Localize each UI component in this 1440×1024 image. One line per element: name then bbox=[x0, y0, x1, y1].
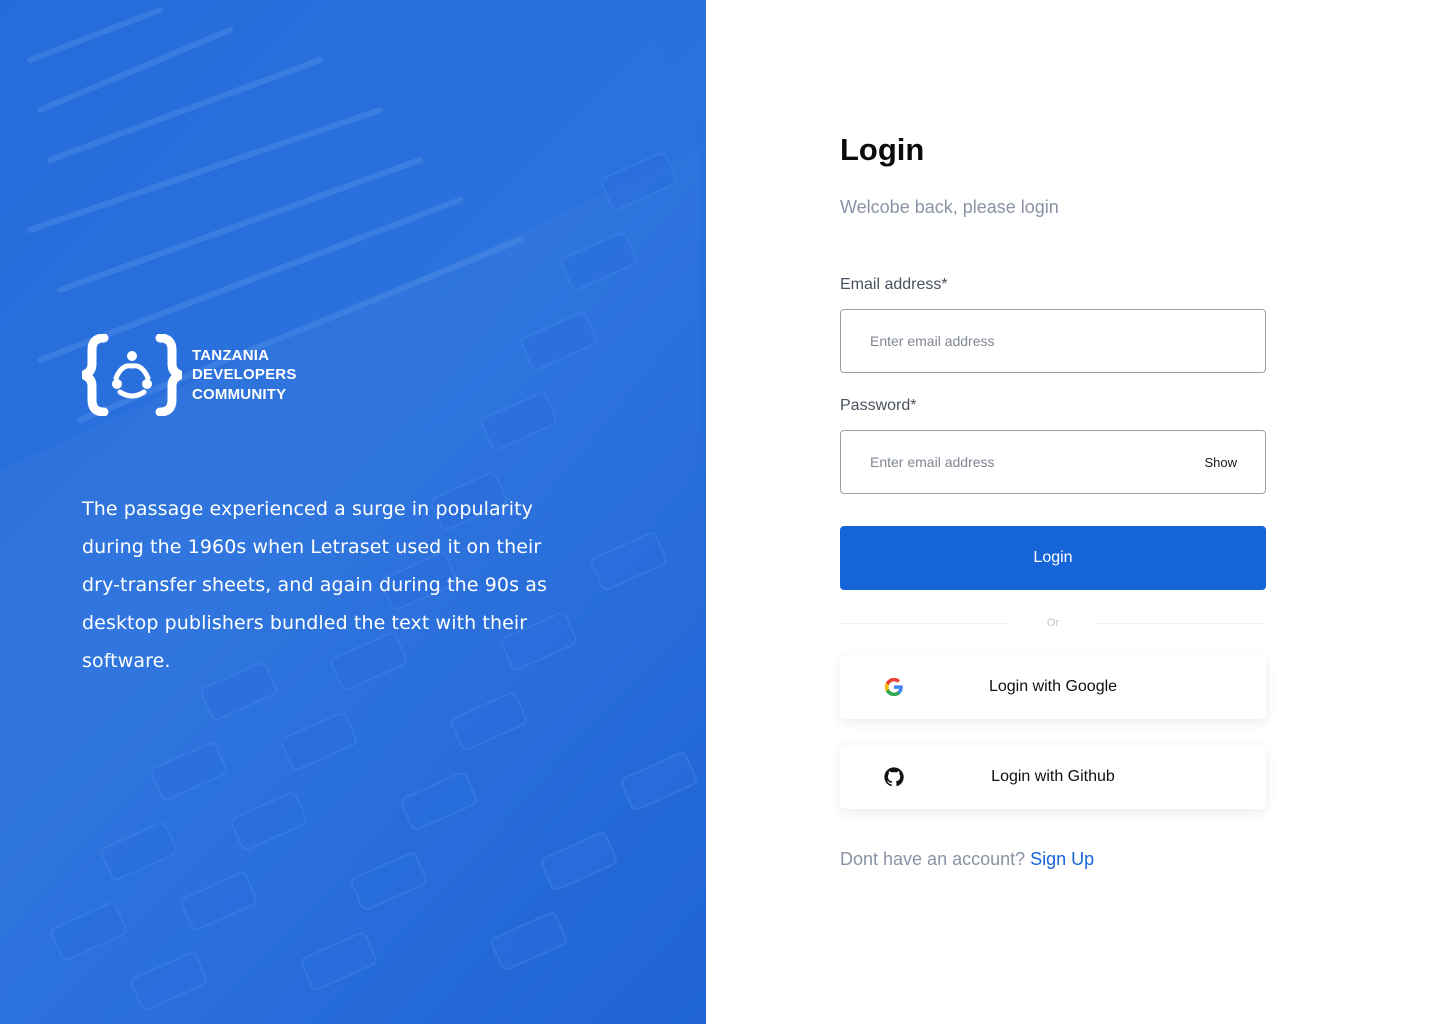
tanzania-developers-logo-icon bbox=[82, 334, 182, 416]
login-button[interactable]: Login bbox=[840, 526, 1266, 590]
brand-line-3: COMMUNITY bbox=[192, 385, 287, 403]
brand-line-1: TANZANIA bbox=[192, 346, 270, 364]
email-field[interactable] bbox=[870, 333, 1236, 349]
show-password-button[interactable]: Show bbox=[1204, 455, 1237, 470]
google-icon bbox=[884, 677, 903, 697]
page-subtitle: Welcobe back, please login bbox=[840, 197, 1059, 217]
page-title: Login bbox=[840, 132, 925, 167]
sign-up-link[interactable]: Sign Up bbox=[1030, 849, 1094, 869]
signup-prompt: Dont have an account? Sign Up bbox=[840, 849, 1094, 870]
divider-line-right bbox=[1097, 622, 1267, 624]
google-button-label: Login with Google bbox=[988, 678, 1118, 695]
hero-description: The passage experienced a surge in popul… bbox=[82, 498, 547, 672]
github-button-label: Login with Github bbox=[991, 768, 1115, 785]
brand-line-2: DEVELOPERS bbox=[192, 366, 297, 384]
divider-label: Or bbox=[1046, 617, 1060, 629]
hero-panel: TANZANIA DEVELOPERS COMMUNITY The passag… bbox=[0, 0, 706, 1024]
github-icon bbox=[884, 767, 904, 787]
login-with-github-button[interactable]: Login with Github bbox=[840, 745, 1266, 809]
brand-name: TANZANIA DEVELOPERS COMMUNITY bbox=[192, 346, 297, 405]
or-divider: Or bbox=[840, 614, 1267, 632]
signup-prompt-text: Dont have an account? bbox=[840, 849, 1026, 869]
password-field[interactable] bbox=[870, 454, 1205, 470]
login-with-google-button[interactable]: Login with Google bbox=[840, 655, 1266, 719]
password-field-box[interactable]: Show bbox=[840, 430, 1266, 494]
brand-logo: TANZANIA DEVELOPERS COMMUNITY bbox=[82, 334, 297, 416]
email-field-box[interactable] bbox=[840, 309, 1266, 373]
divider-line-left bbox=[840, 622, 1009, 624]
email-label: Email address* bbox=[840, 276, 948, 293]
password-label: Password* bbox=[840, 397, 917, 414]
